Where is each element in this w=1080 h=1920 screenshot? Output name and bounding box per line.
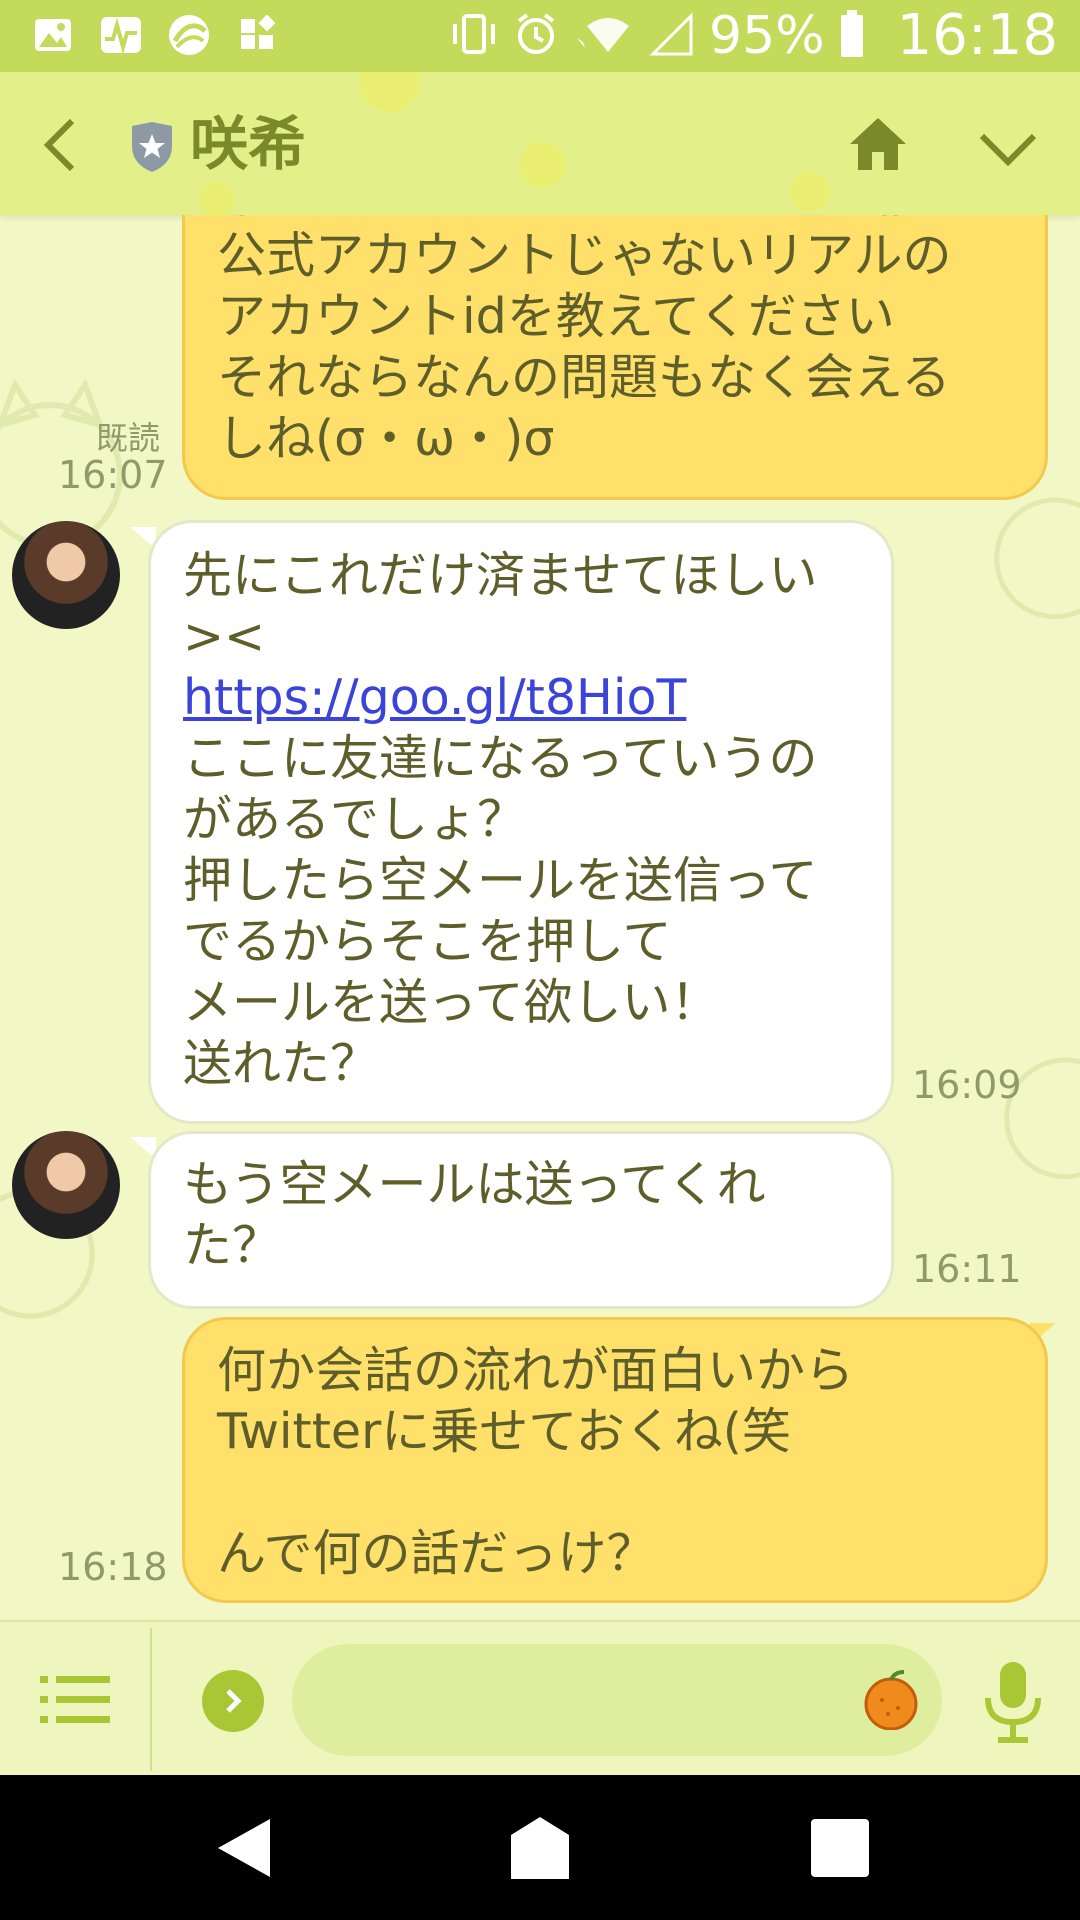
widgets-icon xyxy=(234,12,280,58)
incoming-message-bubble[interactable]: もう空メールは送ってくれ た？ xyxy=(148,1131,894,1309)
outgoing-message-bubble[interactable]: 来ないのでこちらからLINEの非 公式アカウントじゃないリアルの アカウントid… xyxy=(182,215,1048,500)
home-icon xyxy=(850,118,906,170)
message-text: 先にこれだけ済ませてほしい >< xyxy=(183,547,818,665)
message-link[interactable]: https://goo.gl/t8HioT xyxy=(183,667,863,728)
back-triangle-icon xyxy=(218,1819,270,1877)
message-timestamp: 16:09 xyxy=(912,1063,1022,1107)
message-text: 何か会話の流れが面白いから Twitterに乗せておくね(笑 んで何の話だっけ？ xyxy=(217,1342,855,1582)
list-icon xyxy=(40,1676,110,1723)
orange-sticker-icon xyxy=(864,1670,918,1731)
image-icon xyxy=(30,12,76,58)
message-input-bar xyxy=(0,1620,1080,1777)
battery-percentage: 95% xyxy=(709,6,825,66)
pulse-app-icon xyxy=(98,12,144,58)
chevron-right-icon xyxy=(226,1689,242,1713)
vibrate-icon xyxy=(449,12,499,60)
chat-header: 咲希 xyxy=(0,72,1080,215)
message-timestamp: 16:18 xyxy=(58,1545,168,1589)
wifi-icon xyxy=(573,12,635,60)
sticker-button[interactable] xyxy=(858,1668,924,1731)
microphone-button[interactable] xyxy=(982,1658,1044,1746)
divider xyxy=(150,1628,152,1771)
microphone-icon xyxy=(985,1662,1041,1743)
chat-title: 咲希 xyxy=(190,110,307,178)
signal-icon xyxy=(649,12,695,60)
message-text: もう空メールは送ってくれ た？ xyxy=(183,1156,766,1274)
expand-button[interactable] xyxy=(202,1670,264,1732)
navigation-bar xyxy=(0,1775,1080,1920)
incoming-message-bubble[interactable]: 先にこれだけ済ませてほしい >< https://goo.gl/t8HioT こ… xyxy=(148,520,894,1124)
home-nav-button[interactable] xyxy=(505,1813,575,1883)
sender-avatar[interactable] xyxy=(12,521,120,629)
home-house-icon xyxy=(511,1817,569,1879)
clock: 16:18 xyxy=(896,3,1058,68)
alarm-icon xyxy=(513,11,559,61)
back-button[interactable] xyxy=(30,110,90,180)
message-text: 来ないのでこちらからLINEの非 公式アカウントじゃないリアルの アカウントid… xyxy=(217,215,952,467)
background-cat-pattern xyxy=(1004,1057,1080,1180)
message-input[interactable] xyxy=(292,1644,942,1756)
status-bar: 95% 16:18 xyxy=(0,0,1080,72)
recents-square-icon xyxy=(811,1819,869,1877)
menu-button[interactable] xyxy=(38,1670,112,1730)
message-timestamp: 16:11 xyxy=(912,1247,1022,1291)
message-text: ここに友達になるっていうの があるでしょ？ 押したら空メールを送信って でるから… xyxy=(183,730,818,1092)
battery-icon xyxy=(839,10,865,62)
chevron-left-icon xyxy=(43,118,75,172)
chevron-down-icon xyxy=(979,133,1037,167)
browser-app-icon xyxy=(166,12,212,58)
official-badge-shield-icon xyxy=(128,120,176,174)
outgoing-message-bubble[interactable]: 何か会話の流れが面白いから Twitterに乗せておくね(笑 んで何の話だっけ？ xyxy=(182,1317,1048,1603)
menu-toggle-button[interactable] xyxy=(976,116,1040,180)
back-nav-button[interactable] xyxy=(210,1813,280,1883)
home-button[interactable] xyxy=(846,112,910,176)
message-timestamp: 16:07 xyxy=(58,453,168,497)
sender-avatar[interactable] xyxy=(12,1131,120,1239)
chat-area[interactable]: 来ないのでこちらからLINEの非 公式アカウントじゃないリアルの アカウントid… xyxy=(0,215,1080,1620)
recents-nav-button[interactable] xyxy=(805,1813,875,1883)
